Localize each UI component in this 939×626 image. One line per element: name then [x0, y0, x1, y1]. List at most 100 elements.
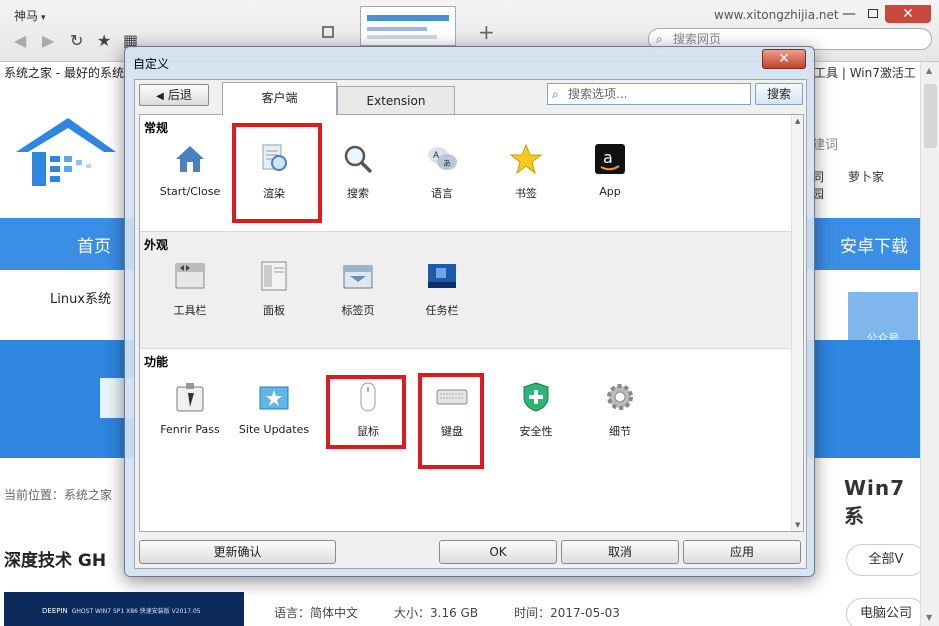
item-bookmarks[interactable]: 书签 — [484, 135, 568, 215]
tab-thumbnail[interactable] — [360, 6, 456, 46]
amazon-app-icon: a — [595, 144, 625, 174]
check-update-button[interactable]: 更新确认 — [139, 540, 336, 564]
item-app[interactable]: a App — [568, 135, 652, 215]
item-label: 安全性 — [519, 425, 553, 438]
item-taskbar[interactable]: 任务栏 — [400, 252, 484, 332]
page-search-hint: 建词 — [812, 138, 839, 153]
customize-dialog: 自定义 ✕ ◀后退 客户端 Extension ⌕ 搜索选项... 搜索 常规 — [124, 46, 815, 577]
language-icon: A あ — [428, 147, 457, 170]
tab-extension[interactable]: Extension — [337, 86, 455, 114]
item-toolbar[interactable]: 工具栏 — [148, 252, 232, 332]
highlight-box-render — [232, 123, 322, 223]
item-fenrir-pass[interactable]: Fenrir Pass — [148, 373, 232, 453]
settings-scrollbar[interactable]: ▲ ▼ — [791, 115, 803, 531]
svg-text:あ: あ — [443, 159, 451, 168]
link-win7-activation[interactable]: Win7激活工 — [850, 66, 916, 80]
highlight-box-keyboard — [418, 373, 484, 469]
star-icon — [510, 143, 542, 175]
option-search-input[interactable]: ⌕ 搜索选项... — [547, 83, 751, 105]
back-button[interactable]: ◀ 后退 — [139, 84, 209, 106]
search-icon: ⌕ — [552, 87, 559, 101]
item-label: Site Updates — [238, 423, 310, 436]
pc-company-button[interactable]: 电脑公司 — [846, 598, 920, 626]
dialog-button-row: 更新确认 OK 取消 应用 — [135, 534, 806, 568]
page-nav-links[interactable]: 同萝卜家园 — [812, 168, 920, 202]
scroll-up-icon[interactable]: ▲ — [795, 117, 800, 125]
house-icon — [176, 146, 204, 172]
shield-icon — [523, 382, 549, 412]
item-label: 语言 — [431, 187, 453, 200]
forward-arrow-icon[interactable]: ▶ — [42, 31, 54, 50]
item-label: Start/Close — [159, 185, 221, 198]
browser-menu-button[interactable]: 神马 ▾ — [14, 7, 46, 24]
item-security[interactable]: 安全性 — [494, 373, 578, 453]
page-scrollbar[interactable]: ▲ ▼ — [920, 62, 939, 626]
section-features: 功能 Fenrir Pass Site Updates 鼠标 键盘 安全性 细节 — [140, 349, 791, 531]
tab-list-icon[interactable] — [322, 26, 334, 38]
dialog-toolbar: ◀ 后退 客户端 Extension ⌕ 搜索选项... 搜索 — [135, 80, 806, 115]
app-name-label: 神马 — [14, 9, 39, 23]
item-label: 工具栏 — [173, 304, 207, 317]
scroll-down-icon[interactable]: ▼ — [795, 521, 800, 529]
scroll-down-icon[interactable]: ▼ — [926, 613, 932, 622]
cancel-button[interactable]: 取消 — [561, 540, 679, 564]
highlight-box-mouse — [326, 375, 406, 449]
meta-language: 语言：简体中文 — [274, 606, 359, 620]
link-tools[interactable]: 工具 — [814, 66, 838, 80]
section-title-general: 常规 — [144, 121, 169, 135]
item-panel[interactable]: 面板 — [232, 252, 316, 332]
article-title[interactable]: 深度技术 GH — [4, 546, 106, 571]
star-icon[interactable]: ★ — [97, 31, 111, 50]
subnav-linux[interactable]: Linux系统 — [50, 288, 111, 307]
all-versions-button[interactable]: 全部V — [846, 544, 920, 576]
breadcrumb: 当前位置：系统之家 — [4, 488, 113, 502]
site-logo[interactable] — [8, 112, 128, 202]
fenrir-pass-icon — [176, 383, 204, 412]
meta-time: 时间：2017-05-03 — [514, 606, 620, 620]
item-details[interactable]: 细节 — [578, 373, 662, 453]
item-label: App — [599, 185, 621, 198]
tab-client[interactable]: 客户端 — [222, 82, 337, 115]
back-triangle-icon: ◀ — [156, 91, 164, 102]
panel-icon — [261, 261, 287, 291]
svg-text:A: A — [433, 151, 440, 161]
item-site-updates[interactable]: Site Updates — [232, 373, 316, 453]
item-start-close[interactable]: Start/Close — [148, 135, 232, 215]
window-close-button[interactable]: ✕ — [885, 5, 931, 23]
thumb-logo: DEEPIN — [42, 607, 68, 615]
page-tab-title: 系统之家 - 最好的系统 — [4, 66, 124, 80]
dialog-close-button[interactable]: ✕ — [762, 49, 806, 69]
back-arrow-icon[interactable]: ◀ — [14, 31, 26, 50]
magnifier-icon — [344, 145, 373, 174]
svg-text:a: a — [603, 148, 613, 167]
item-language[interactable]: A あ 语言 — [400, 135, 484, 215]
reload-icon[interactable]: ↻ — [70, 31, 83, 50]
settings-panel: 常规 Start/Close 渲染 搜索 A あ 语言 书签 a App 外观 … — [139, 114, 804, 532]
scroll-thumb[interactable] — [924, 84, 937, 148]
ok-button[interactable]: OK — [439, 540, 557, 564]
section-title-appearance: 外观 — [144, 238, 169, 252]
taskbar-icon — [428, 264, 456, 288]
toolbar-icon — [175, 263, 205, 289]
article-thumbnail[interactable]: DEEPIN GHOST WIN7 SP1 X86 快速安装版 V2017.05 — [4, 592, 244, 626]
section-title-features: 功能 — [144, 355, 169, 369]
maximize-button[interactable] — [862, 5, 884, 23]
site-updates-icon — [259, 386, 289, 410]
item-label: 搜索 — [347, 187, 369, 200]
top-right-links[interactable]: 工具 | Win7激活工 — [814, 62, 916, 84]
new-tab-icon[interactable]: + — [478, 20, 495, 44]
back-button-label: 后退 — [167, 88, 192, 102]
item-label: 标签页 — [341, 304, 375, 317]
minimize-button[interactable]: — — [838, 5, 860, 23]
thumb-caption: GHOST WIN7 SP1 X86 快速安装版 V2017.05 — [71, 608, 201, 615]
apply-button[interactable]: 应用 — [683, 540, 801, 564]
web-search-placeholder: 搜索网页 — [673, 32, 722, 46]
item-tabs[interactable]: 标签页 — [316, 252, 400, 332]
item-search[interactable]: 搜索 — [316, 135, 400, 215]
dialog-body: ◀ 后退 客户端 Extension ⌕ 搜索选项... 搜索 常规 Start/… — [134, 79, 807, 569]
item-label: Fenrir Pass — [160, 423, 220, 436]
win7-heading: Win7系 — [844, 476, 906, 528]
item-label: 书签 — [515, 187, 537, 200]
option-search-button[interactable]: 搜索 — [755, 83, 803, 105]
scroll-up-icon[interactable]: ▲ — [926, 66, 932, 75]
